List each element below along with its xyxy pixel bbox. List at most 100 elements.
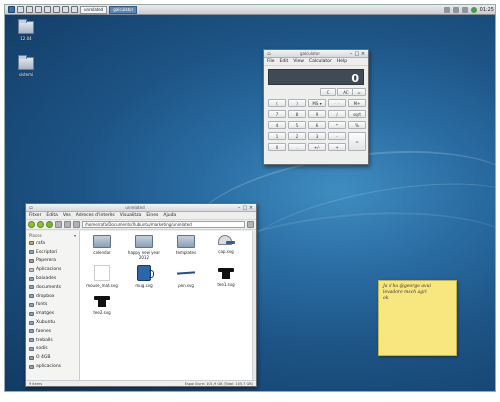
- divide-key[interactable]: /: [328, 110, 346, 118]
- memory-recall-key[interactable]: ·· ··: [328, 99, 346, 107]
- menu-visualitza[interactable]: Visualitza: [120, 213, 142, 218]
- sidebar-item-rafa[interactable]: rafa: [26, 239, 79, 248]
- key-4[interactable]: 4: [268, 121, 286, 129]
- equals-key[interactable]: =: [348, 132, 366, 151]
- location-go-icon[interactable]: [247, 221, 254, 228]
- sqrt-key[interactable]: sqrt: [348, 110, 366, 118]
- file-item-mouse-mat[interactable]: mouse_mat.svg: [82, 265, 122, 288]
- file-item-mug[interactable]: mug.svg: [124, 265, 164, 288]
- key-7[interactable]: 7: [268, 110, 286, 118]
- menu-edita[interactable]: Edita: [46, 213, 57, 218]
- file-item-tee2[interactable]: tee2.svg: [82, 293, 122, 315]
- mail-icon[interactable]: [461, 6, 468, 13]
- open-paren-key[interactable]: (: [268, 99, 286, 107]
- file-item-calendar[interactable]: calendar: [82, 235, 122, 255]
- location-bar[interactable]: /home/rafa/Documents/Xubuntu/marketing/u…: [82, 221, 245, 228]
- close-button[interactable]: ×: [248, 205, 254, 211]
- workspace-switcher-icon[interactable]: [71, 6, 78, 13]
- sidebar-item-xubuntu[interactable]: Xubuntu: [26, 318, 79, 327]
- sidebar-item-aplicacions-folder[interactable]: aplicacions: [26, 362, 79, 371]
- menu-file[interactable]: File: [267, 59, 275, 64]
- sidebar-item-imatges[interactable]: imatges: [26, 309, 79, 318]
- dropdown-icon[interactable]: [55, 221, 62, 228]
- key-3[interactable]: 3: [308, 132, 326, 140]
- equals-top-key[interactable]: =: [352, 88, 366, 96]
- sidebar-item-aplicacions[interactable]: Aplicacions: [26, 265, 79, 274]
- file-item-pen[interactable]: pen.svg: [166, 265, 206, 288]
- menu-calculator[interactable]: Calculator: [309, 59, 332, 64]
- close-button[interactable]: ×: [360, 51, 366, 57]
- close-paren-key[interactable]: ): [288, 99, 306, 107]
- file-item-cap[interactable]: cap.svg: [206, 233, 246, 254]
- forward-icon[interactable]: [37, 221, 44, 228]
- sidebar-item-documents[interactable]: documents: [26, 283, 79, 292]
- file-item-tee1[interactable]: tee1.svg: [206, 265, 246, 287]
- launcher-icon[interactable]: [62, 6, 69, 13]
- sidebar-item-baixades[interactable]: baixades: [26, 274, 79, 283]
- taskbar-item-galculator[interactable]: galculator: [109, 5, 138, 14]
- menu-fitxer[interactable]: Fitxer: [29, 213, 41, 218]
- menu-eines[interactable]: Eines: [146, 213, 158, 218]
- menu-help[interactable]: Help: [337, 59, 347, 64]
- sidebar-item-dropbox[interactable]: dropbox: [26, 292, 79, 301]
- sidebar-item-paperera[interactable]: Paperera: [26, 257, 79, 266]
- sign-key[interactable]: +/-: [308, 143, 326, 151]
- sidebar-item-escriptori[interactable]: Escriptori: [26, 248, 79, 257]
- up-icon[interactable]: [46, 221, 53, 228]
- launcher-icon[interactable]: [26, 6, 33, 13]
- update-icon[interactable]: [470, 6, 477, 13]
- launcher-icon[interactable]: [44, 6, 51, 13]
- home-icon[interactable]: [64, 221, 71, 228]
- sidebar-item-faenes[interactable]: faenes: [26, 327, 79, 336]
- memory-plus-key[interactable]: M+: [348, 99, 366, 107]
- multiply-key[interactable]: *: [328, 121, 346, 129]
- key-6[interactable]: 6: [308, 121, 326, 129]
- applications-menu-icon[interactable]: [8, 6, 15, 13]
- volume-icon[interactable]: [443, 6, 450, 13]
- key-5[interactable]: 5: [288, 121, 306, 129]
- key-2[interactable]: 2: [288, 132, 306, 140]
- desktop-icon-sistemi[interactable]: sistemi: [11, 55, 41, 77]
- places-sidebar: Places ▾ rafa Escriptori Paperera Aplica…: [26, 231, 80, 380]
- places-header[interactable]: Places ▾: [26, 232, 79, 239]
- file-item-happy-new-year[interactable]: happy new year 2012: [124, 235, 164, 260]
- desktop-icon-12-04[interactable]: 12.04: [11, 19, 41, 41]
- vertical-scrollbar[interactable]: [252, 231, 256, 380]
- sidebar-item-drive[interactable]: O 4GB: [26, 353, 79, 362]
- menu-view[interactable]: View: [293, 59, 304, 64]
- sidebar-item-treballs[interactable]: treballs: [26, 336, 79, 345]
- decimal-key[interactable]: .: [288, 143, 306, 151]
- menu-ves[interactable]: Ves: [63, 213, 71, 218]
- folder-icon: [29, 338, 34, 343]
- file-manager-titlebar[interactable]: ▫ unrelated – □ ×: [26, 204, 256, 212]
- clock[interactable]: 01:25: [480, 7, 494, 13]
- sidebar-item-label: O 4GB: [36, 355, 51, 361]
- launcher-icon[interactable]: [35, 6, 42, 13]
- launcher-icon[interactable]: [53, 6, 60, 13]
- minus-key[interactable]: -: [328, 132, 346, 140]
- menu-ajuda[interactable]: Ajuda: [163, 213, 176, 218]
- sidebar-item-sodis[interactable]: sodis: [26, 345, 79, 354]
- location-icon[interactable]: [73, 221, 80, 228]
- file-item-label: mug.svg: [135, 283, 153, 288]
- percent-key[interactable]: %: [348, 121, 366, 129]
- clear-key[interactable]: C: [320, 88, 336, 96]
- plus-key[interactable]: +: [328, 143, 346, 151]
- chevron-down-icon[interactable]: ▾: [74, 233, 76, 238]
- menu-adreces[interactable]: Adreces d'interès: [76, 213, 115, 218]
- desktop-icon-label: 12.04: [20, 36, 32, 41]
- back-icon[interactable]: [28, 221, 35, 228]
- taskbar-item-unrelated[interactable]: unrelated: [80, 5, 108, 14]
- key-8[interactable]: 8: [288, 110, 306, 118]
- launcher-icon[interactable]: [17, 6, 24, 13]
- memory-store-key[interactable]: MS ▾: [308, 99, 326, 107]
- key-9[interactable]: 9: [308, 110, 326, 118]
- key-0[interactable]: 0: [268, 143, 286, 151]
- calculator-titlebar[interactable]: ▫ galculator – □ ×: [264, 50, 368, 58]
- key-1[interactable]: 1: [268, 132, 286, 140]
- sticky-note[interactable]: Ja s'ha @george avui levadore msch agri …: [378, 280, 457, 356]
- file-item-templates[interactable]: templates: [166, 235, 206, 255]
- menu-edit[interactable]: Edit: [280, 59, 289, 64]
- network-icon[interactable]: [452, 6, 459, 13]
- sidebar-item-fonts[interactable]: fonts: [26, 301, 79, 310]
